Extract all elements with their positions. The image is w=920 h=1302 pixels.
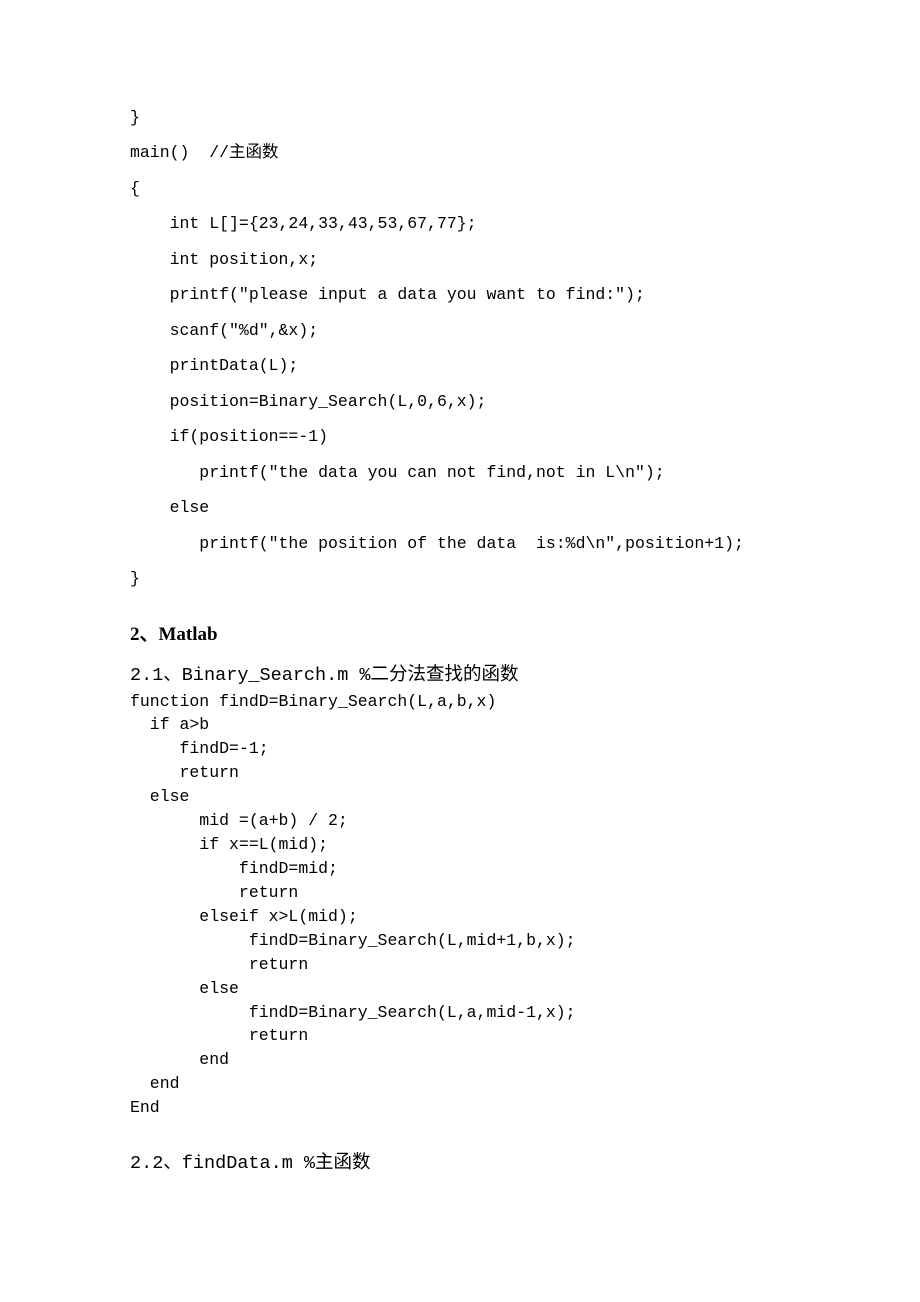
c-code-block: } main() //主函数 { int L[]={23,24,33,43,53… [130,100,800,597]
heading-2-2: 2.2、findData.m %主函数 [130,1148,800,1174]
heading-2-1: 2.1、Binary_Search.m %二分法查找的函数 [130,660,800,686]
document-page: } main() //主函数 { int L[]={23,24,33,43,53… [0,0,920,1302]
matlab-code-block: function findD=Binary_Search(L,a,b,x) if… [130,690,800,1121]
heading-matlab: 2、Matlab [130,619,800,646]
